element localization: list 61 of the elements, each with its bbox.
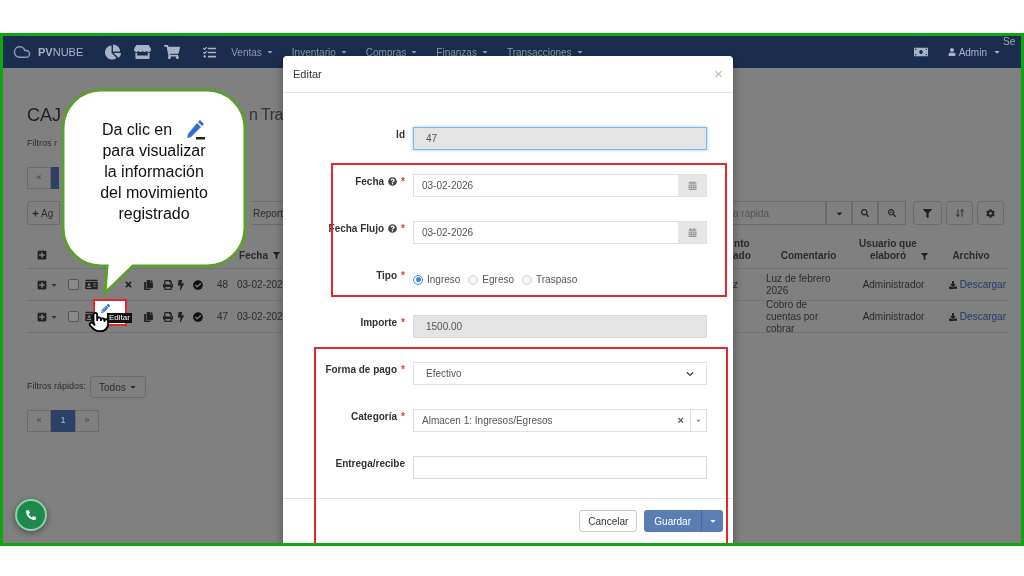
table-cell-text: Cobro de cuentas por cobrar (766, 298, 820, 335)
tooltip: Editar (107, 313, 132, 323)
page-button[interactable]: « (27, 167, 51, 189)
table-cell: Administrador (862, 279, 925, 290)
nav-menu[interactable]: Finanzas (436, 44, 489, 60)
user-menu[interactable]: Admin (947, 44, 1001, 60)
column-header[interactable]: Comentario (780, 250, 837, 262)
nav-menu[interactable]: Transacciones (506, 44, 584, 60)
radio-option[interactable]: Ingreso (413, 272, 461, 287)
radio-option[interactable]: Egreso (468, 272, 515, 287)
cancel-button[interactable]: Cancelar (579, 510, 638, 532)
page-button[interactable]: » (75, 410, 99, 432)
nav-menu[interactable]: Ventas (231, 44, 274, 60)
category-select[interactable]: Almacen 1: Ingresos/Egresos × (413, 409, 707, 432)
field-label: Categoría (350, 410, 398, 424)
radio-option[interactable]: Traspaso (522, 272, 578, 287)
nav-menu[interactable]: Compras (365, 44, 419, 60)
field-label: Fecha (355, 175, 385, 189)
download-link[interactable]: Descargar (948, 309, 1006, 324)
date-field[interactable]: 03-02-2026 (413, 174, 707, 197)
table-cell-text: 48 (217, 278, 230, 292)
field-label: Id (396, 128, 405, 142)
table-cell-text: 03-02-202 (237, 278, 283, 292)
column-header[interactable]: Archivo (952, 250, 990, 262)
text-field[interactable]: 47 (413, 127, 707, 150)
field-label: Forma de pago (325, 363, 398, 377)
field-label: Tipo (376, 269, 398, 283)
field-label: Importe (360, 316, 398, 330)
add-button[interactable]: Ag (27, 201, 60, 225)
required-mark: * (401, 222, 405, 236)
column-header[interactable]: Fecha (239, 247, 268, 263)
table-cell: z (733, 279, 738, 290)
quick-filter-dropdown[interactable]: Todos (90, 376, 146, 398)
column-header[interactable]: Usuario que elaboró (859, 238, 917, 262)
required-mark: * (401, 410, 405, 424)
corner-text: Se (1003, 36, 1016, 47)
page-title: n Tra (249, 105, 283, 125)
dialog-title: Editar (293, 66, 322, 82)
text-field[interactable]: 1500.00 (413, 315, 707, 338)
required-mark: * (401, 175, 405, 189)
date-field[interactable]: 03-02-2026 (413, 221, 707, 244)
page-button[interactable]: 1 (51, 410, 75, 432)
filter-label: Filtros rápidos: (27, 380, 87, 394)
callout-text: para visualizar la información del movimiento registrado (99, 141, 209, 224)
page-title: CAJ (27, 103, 61, 127)
table-cell-text: 03-02-202 (237, 310, 283, 324)
brand-name[interactable]: PVNUBE (38, 43, 84, 61)
required-mark: * (401, 316, 405, 330)
callout-text: Da clic en (101, 119, 173, 140)
nav-menu[interactable]: Inventario (291, 44, 348, 60)
table-cell-text: Luz de febrero 2026 (766, 272, 832, 297)
page-button[interactable]: « (27, 410, 51, 432)
required-mark: * (401, 269, 405, 283)
save-button[interactable]: Guardar (644, 510, 701, 532)
payment-select[interactable]: Efectivo (413, 362, 707, 385)
column-header[interactable]: nto ado (733, 238, 751, 262)
field-label: Entrega/recibe (335, 457, 405, 471)
table-cell: Administrador (862, 311, 925, 322)
download-link[interactable]: Descargar (948, 277, 1006, 292)
table-cell-text: 47 (217, 310, 230, 324)
required-mark: * (401, 363, 405, 377)
